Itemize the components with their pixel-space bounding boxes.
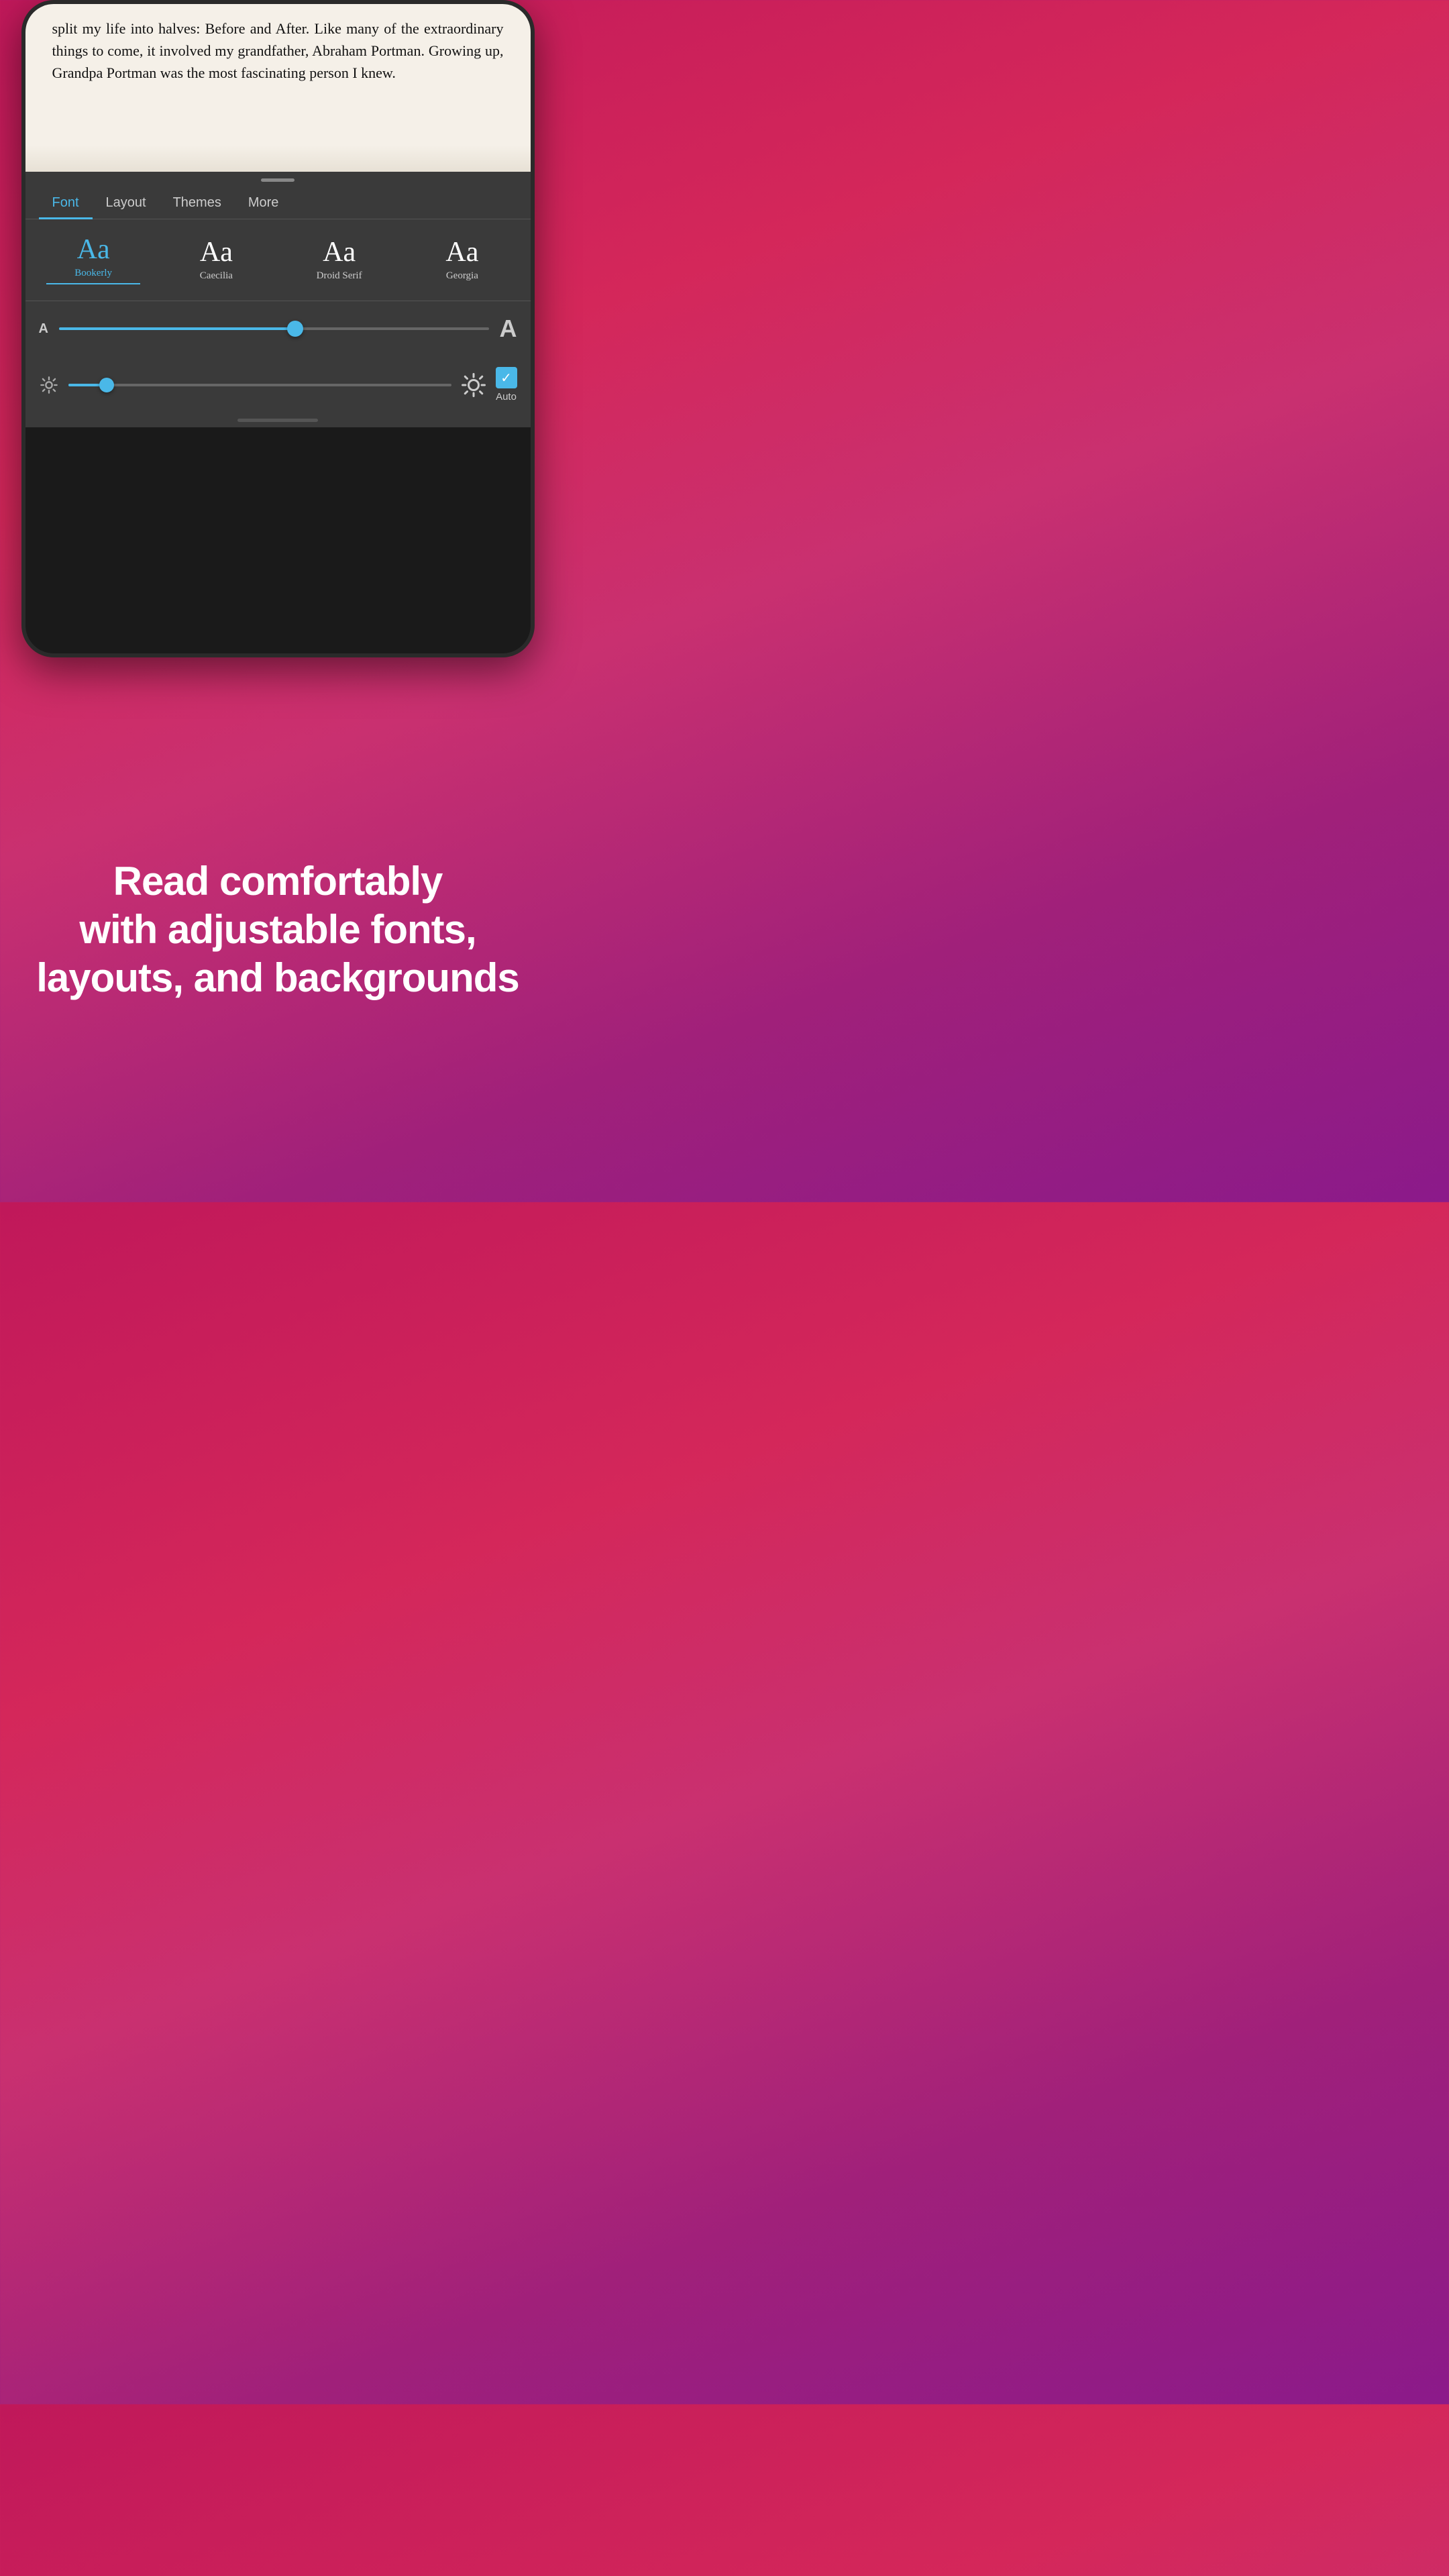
tab-themes[interactable]: Themes <box>160 187 235 219</box>
font-size-large-label: A <box>500 315 517 343</box>
font-size-slider[interactable] <box>59 327 489 330</box>
font-size-control: A A <box>25 301 531 356</box>
auto-brightness-control[interactable]: ✓ Auto <box>496 367 517 402</box>
marketing-text: Read comfortably with adjustable fonts, … <box>36 857 519 1002</box>
drag-handle[interactable] <box>261 178 294 182</box>
brightness-control: ✓ Auto <box>25 359 531 413</box>
tab-more[interactable]: More <box>235 187 292 219</box>
font-size-slider-thumb[interactable] <box>287 321 303 337</box>
font-option-georgia[interactable]: Aa Georgia <box>400 233 523 287</box>
book-content: split my life into halves: Before and Af… <box>25 4 531 172</box>
brightness-slider-thumb[interactable] <box>99 378 114 392</box>
brightness-icon-large <box>461 372 486 398</box>
home-indicator <box>237 419 318 422</box>
book-text: split my life into halves: Before and Af… <box>52 20 504 81</box>
checkmark-icon: ✓ <box>500 370 512 386</box>
font-option-droid-serif[interactable]: Aa Droid Serif <box>278 233 400 287</box>
marketing-section: Read comfortably with adjustable fonts, … <box>3 657 552 1202</box>
tab-bar: Font Layout Themes More <box>25 187 531 219</box>
font-size-slider-fill <box>59 327 295 330</box>
tab-layout[interactable]: Layout <box>93 187 160 219</box>
font-options: Aa Bookerly Aa Caecilia Aa Droid Serif A… <box>25 219 531 301</box>
brightness-icon-small <box>39 375 59 395</box>
font-option-caecilia[interactable]: Aa Caecilia <box>155 233 278 287</box>
tab-font[interactable]: Font <box>39 187 93 219</box>
bottom-panel: Font Layout Themes More Aa Bookerly Aa C… <box>25 172 531 427</box>
auto-label: Auto <box>496 391 517 402</box>
brightness-slider[interactable] <box>68 384 451 386</box>
font-option-bookerly[interactable]: Aa Bookerly <box>32 230 155 290</box>
font-size-small-label: A <box>39 321 48 337</box>
auto-checkbox[interactable]: ✓ <box>496 367 517 388</box>
phone-frame: split my life into halves: Before and Af… <box>21 0 535 657</box>
